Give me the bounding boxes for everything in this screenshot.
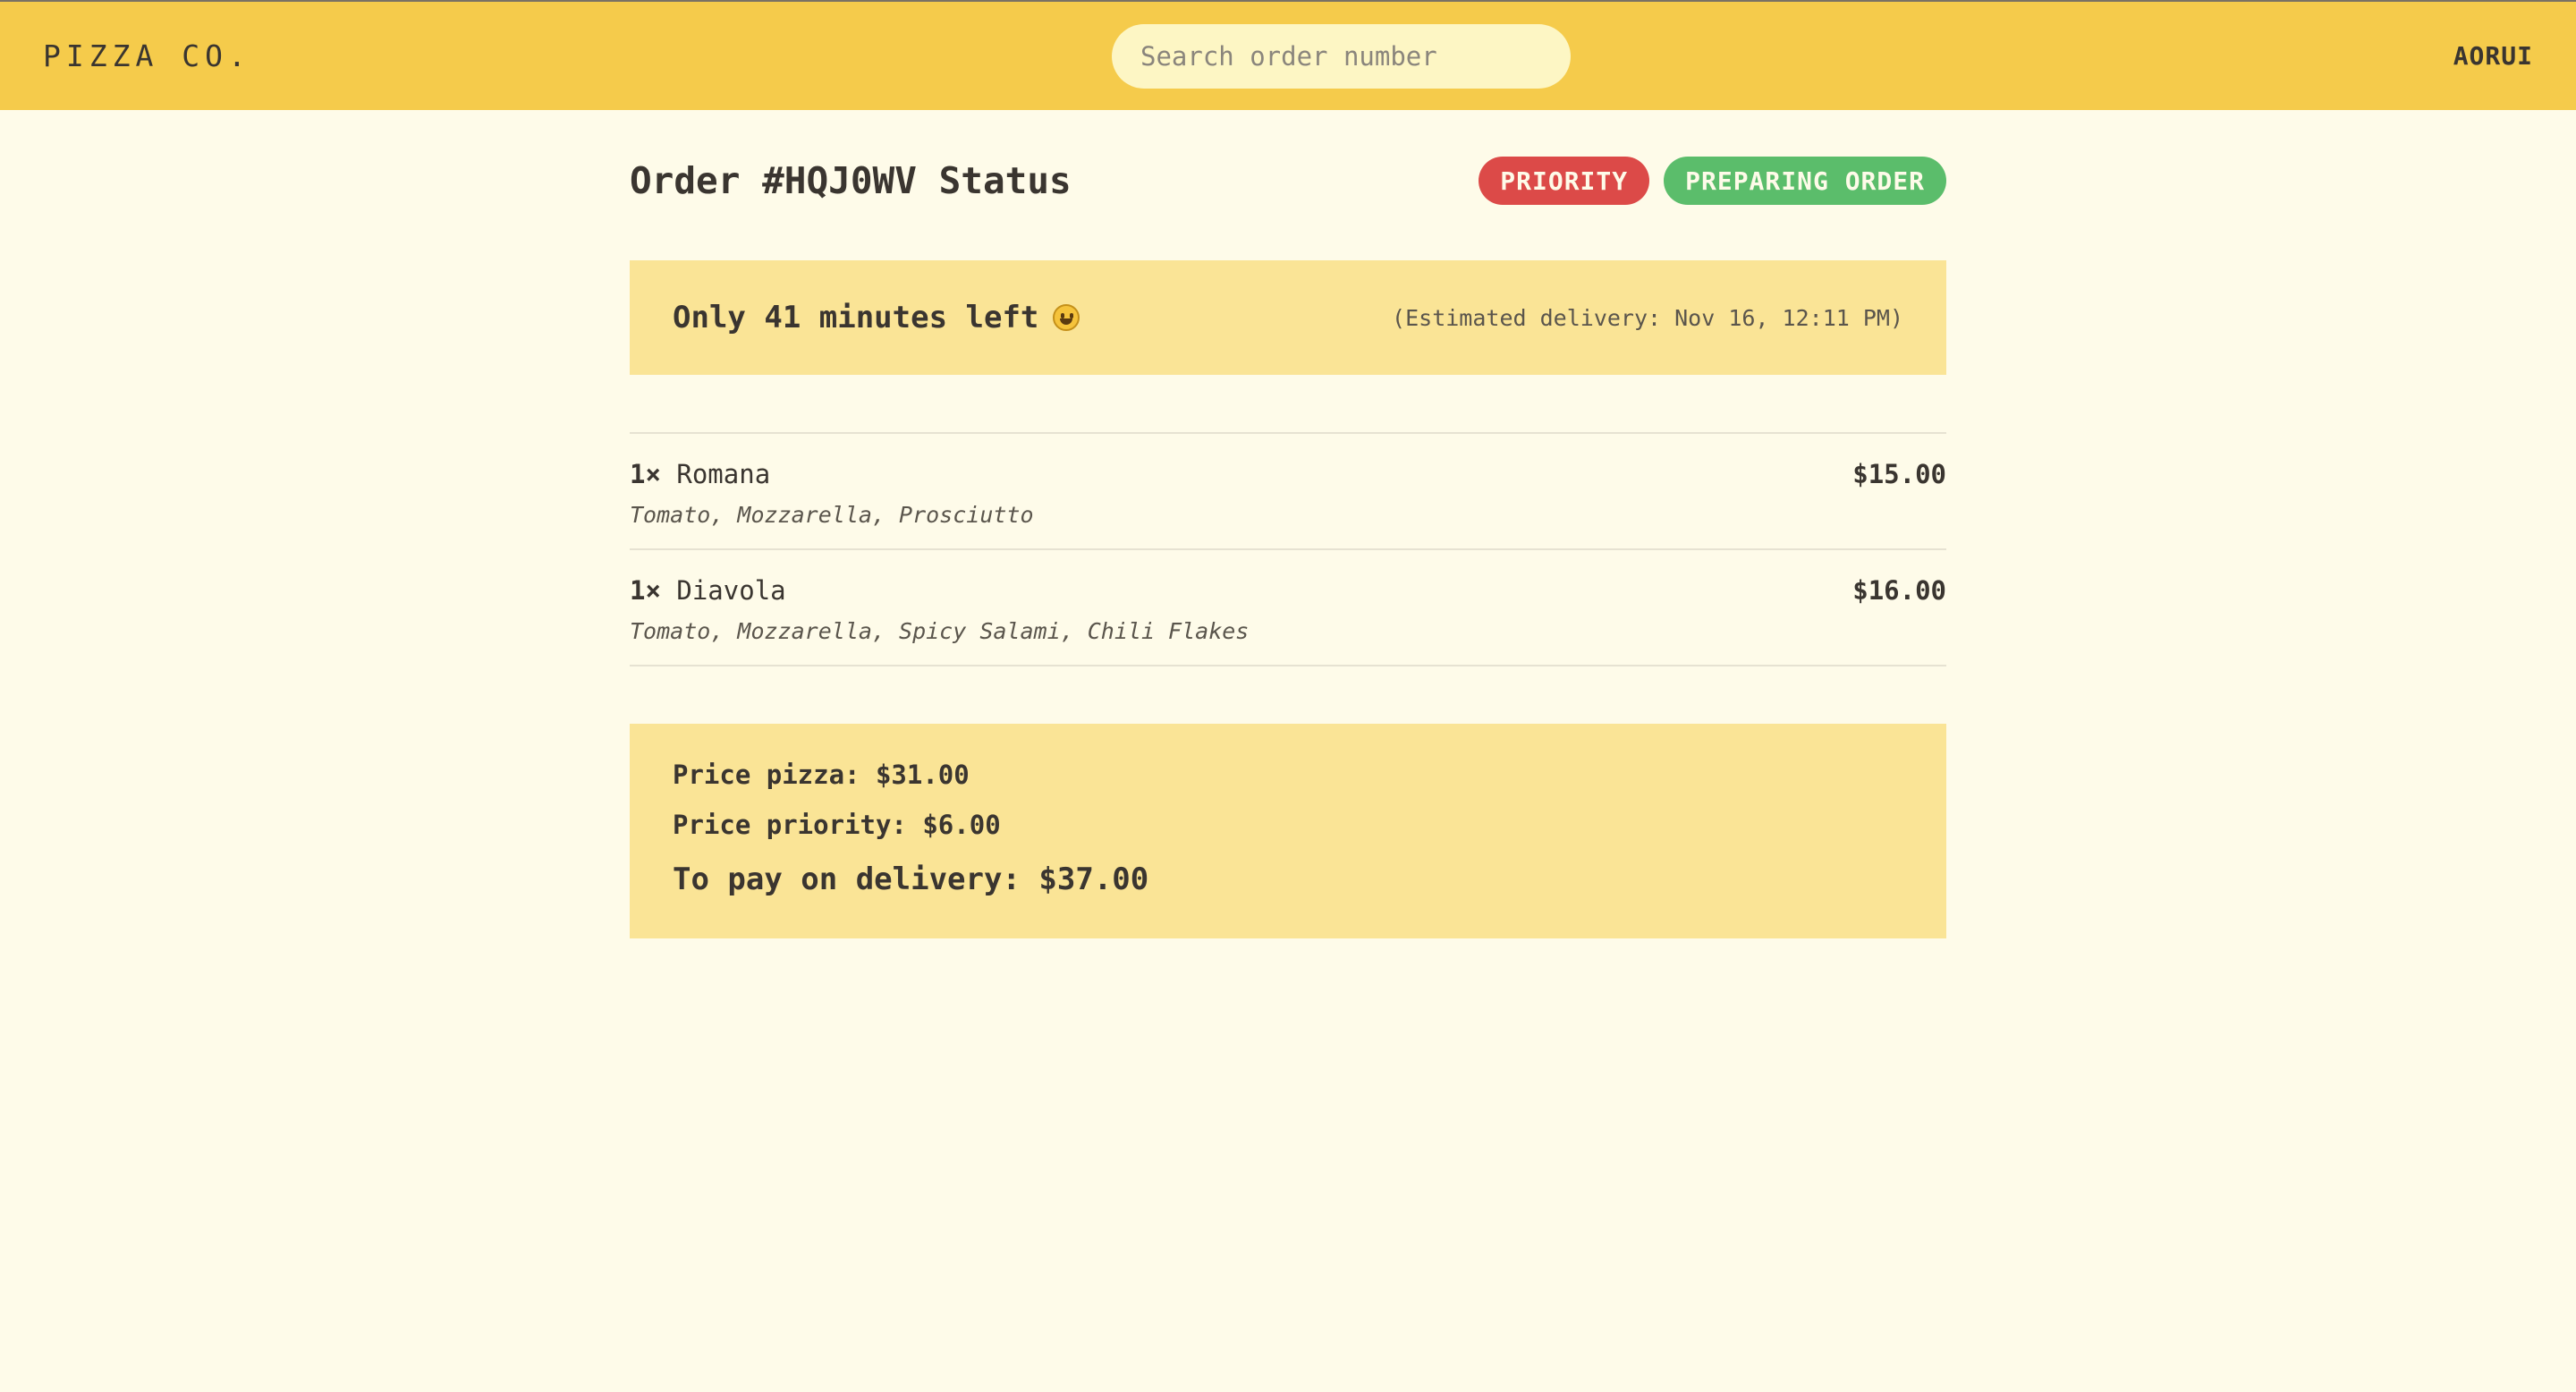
order-heading-row: Order #HQJ0WV Status PRIORITY PREPARING … bbox=[630, 157, 1946, 205]
item-details: 1× Diavola Tomato, Mozzarella, Spicy Sal… bbox=[630, 575, 1249, 644]
item-ingredients: Tomato, Mozzarella, Spicy Salami, Chili … bbox=[630, 618, 1250, 644]
username: AORUI bbox=[2453, 41, 2533, 71]
price-pizza: Price pizza: $31.00 bbox=[673, 760, 970, 790]
item-title: 1× Romana bbox=[630, 459, 1034, 489]
list-item: 1× Romana Tomato, Mozzarella, Prosciutto… bbox=[630, 434, 1946, 550]
total-to-pay: To pay on delivery: $37.00 bbox=[673, 862, 1149, 897]
item-name: Diavola bbox=[676, 575, 786, 606]
priority-badge: PRIORITY bbox=[1479, 157, 1650, 205]
item-price: $16.00 bbox=[1852, 575, 1946, 606]
item-ingredients: Tomato, Mozzarella, Prosciutto bbox=[630, 502, 1034, 528]
order-items-list: 1× Romana Tomato, Mozzarella, Prosciutto… bbox=[630, 432, 1946, 666]
list-item: 1× Diavola Tomato, Mozzarella, Spicy Sal… bbox=[630, 550, 1946, 666]
brand-logo[interactable]: PIZZA CO. bbox=[43, 38, 251, 73]
item-price: $15.00 bbox=[1852, 459, 1946, 489]
grinning-face-icon bbox=[1053, 304, 1080, 331]
countdown-text-wrapper: Only 41 minutes left bbox=[673, 300, 1080, 335]
page-title: Order #HQJ0WV Status bbox=[630, 159, 1072, 202]
price-priority: Price priority: $6.00 bbox=[673, 810, 1001, 840]
item-name: Romana bbox=[676, 459, 771, 489]
item-details: 1× Romana Tomato, Mozzarella, Prosciutto bbox=[630, 459, 1034, 528]
item-quantity: 1× bbox=[630, 575, 661, 606]
countdown-text: Only 41 minutes left bbox=[673, 300, 1039, 335]
order-page: Order #HQJ0WV Status PRIORITY PREPARING … bbox=[630, 110, 1946, 938]
status-badge: PREPARING ORDER bbox=[1664, 157, 1946, 205]
price-summary: Price pizza: $31.00 Price priority: $6.0… bbox=[630, 724, 1946, 938]
search-input[interactable] bbox=[1112, 24, 1571, 89]
delivery-countdown: Only 41 minutes left (Estimated delivery… bbox=[630, 260, 1946, 375]
top-bar: PIZZA CO. AORUI bbox=[0, 0, 2576, 110]
status-badges: PRIORITY PREPARING ORDER bbox=[1479, 157, 1946, 205]
item-title: 1× Diavola bbox=[630, 575, 1249, 606]
item-quantity: 1× bbox=[630, 459, 661, 489]
estimated-delivery: (Estimated delivery: Nov 16, 12:11 PM) bbox=[1392, 304, 1903, 331]
